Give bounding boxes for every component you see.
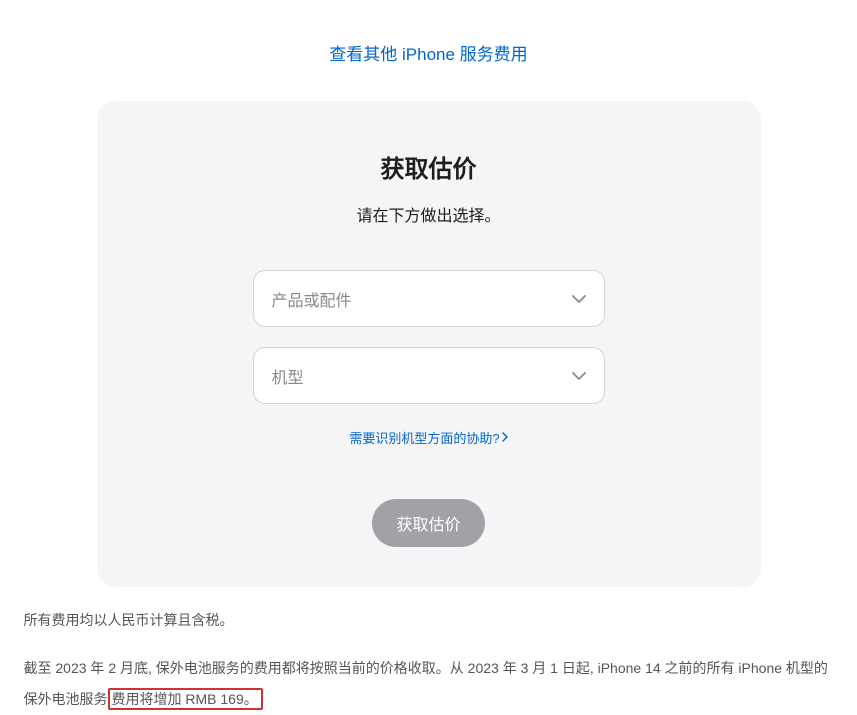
chevron-down-icon xyxy=(572,290,586,308)
product-or-accessory-select[interactable]: 产品或配件 xyxy=(253,270,605,327)
footer-tax-note: 所有费用均以人民币计算且含税。 xyxy=(24,609,834,631)
card-title: 获取估价 xyxy=(381,149,477,184)
view-other-iphone-fees-link[interactable]: 查看其他 iPhone 服务费用 xyxy=(329,40,527,65)
model-select[interactable]: 机型 xyxy=(253,347,605,404)
chevron-down-icon xyxy=(572,367,586,385)
select-placeholder: 机型 xyxy=(272,364,304,388)
footer-text: 所有费用均以人民币计算且含税。 截至 2023 年 2 月底, 保外电池服务的费… xyxy=(16,609,842,715)
estimate-card: 获取估价 请在下方做出选择。 产品或配件 机型 xyxy=(97,101,761,587)
get-estimate-button[interactable]: 获取估价 xyxy=(372,499,484,547)
model-identify-help-link[interactable]: 需要识别机型方面的协助? xyxy=(349,428,507,447)
card-subtitle: 请在下方做出选择。 xyxy=(356,202,500,226)
price-increase-highlight: 费用将增加 RMB 169。 xyxy=(108,688,263,710)
help-link-text: 需要识别机型方面的协助? xyxy=(349,428,499,447)
select-placeholder: 产品或配件 xyxy=(272,287,352,311)
chevron-right-icon xyxy=(502,430,508,445)
